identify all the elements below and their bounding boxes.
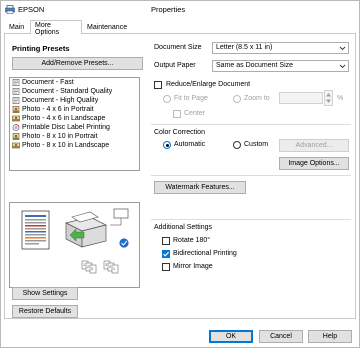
additional-settings-title: Additional Settings [154, 224, 212, 231]
list-item[interactable]: Photo - 4 x 6 in Landscape [10, 114, 139, 123]
document-preset-icon [12, 88, 20, 95]
bidirectional-printing-label: Bidirectional Printing [173, 250, 237, 257]
presets-list[interactable]: Document - Fast Document - Standard Qual… [9, 77, 140, 171]
photo-preset-icon [12, 142, 20, 149]
percent-label: % [337, 95, 344, 102]
svg-text:3: 3 [91, 267, 93, 271]
disc-label-icon [12, 124, 20, 131]
tab-more-options[interactable]: More Options [30, 20, 82, 36]
cancel-button[interactable]: Cancel [259, 330, 303, 343]
title-bar: EPSON Properties [1, 1, 359, 19]
chevron-down-icon [339, 46, 346, 51]
rotate-180-checkbox[interactable] [162, 237, 170, 245]
mirror-image-checkbox[interactable] [162, 263, 170, 271]
preset-label: Document - High Quality [22, 97, 99, 104]
zoom-stepper[interactable] [324, 90, 333, 106]
properties-dialog: EPSON Properties Main More Options Maint… [0, 0, 360, 348]
color-correction-title: Color Correction [154, 129, 205, 136]
checkmark-icon [163, 251, 170, 257]
preset-label: Photo - 4 x 6 in Portrait [22, 106, 94, 113]
photo-preset-icon [12, 106, 20, 113]
print-preview: 123 321 [9, 202, 140, 288]
mirror-image-label: Mirror Image [173, 263, 213, 270]
stepper-arrows-icon [326, 93, 331, 103]
add-remove-presets-button[interactable]: Add/Remove Presets... [12, 57, 143, 70]
photo-preset-icon [12, 115, 20, 122]
document-preset-icon [12, 97, 20, 104]
advanced-button[interactable]: Advanced... [279, 139, 349, 152]
preset-label: Photo - 8 x 10 in Landscape [22, 142, 110, 149]
list-item[interactable]: Printable Disc Label Printing [10, 123, 139, 132]
show-settings-button[interactable]: Show Settings [12, 287, 78, 300]
center-checkbox[interactable] [173, 110, 181, 118]
output-paper-label: Output Paper [154, 62, 196, 69]
printing-presets-title: Printing Presets [12, 44, 70, 53]
bidirectional-printing-checkbox[interactable] [162, 250, 170, 258]
preset-label: Photo - 4 x 6 in Landscape [22, 115, 106, 122]
list-item[interactable]: Photo - 4 x 6 in Portrait [10, 105, 139, 114]
restore-defaults-button[interactable]: Restore Defaults [12, 305, 78, 318]
preset-label: Document - Standard Quality [22, 88, 113, 95]
printer-app-icon [5, 5, 15, 14]
window-title: Properties [151, 5, 186, 14]
zoom-to-label: Zoom to [244, 95, 270, 102]
watermark-features-button[interactable]: Watermark Features... [154, 181, 246, 194]
divider [151, 175, 351, 176]
rotate-180-label: Rotate 180° [173, 237, 211, 244]
list-item[interactable]: Photo - 8 x 10 in Portrait [10, 132, 139, 141]
center-label: Center [184, 110, 206, 117]
chevron-down-icon [339, 64, 346, 69]
fit-to-page-radio[interactable] [163, 95, 171, 103]
document-size-value: Letter (8.5 x 11 in) [216, 44, 273, 51]
image-options-button[interactable]: Image Options... [279, 157, 349, 170]
preset-label: Document - Fast [22, 79, 74, 86]
document-size-select[interactable]: Letter (8.5 x 11 in) [212, 42, 349, 54]
ok-button[interactable]: OK [209, 330, 253, 343]
divider [151, 219, 351, 220]
document-size-label: Document Size [154, 44, 202, 51]
preset-label: Photo - 8 x 10 in Portrait [22, 133, 98, 140]
divider [151, 124, 351, 125]
photo-preset-icon [12, 133, 20, 140]
svg-text:2: 2 [109, 265, 111, 269]
zoom-to-field[interactable] [279, 92, 323, 104]
print-preview-illustration: 123 321 [21, 208, 130, 274]
reduce-enlarge-label: Reduce/Enlarge Document [166, 81, 251, 88]
document-preset-icon [12, 79, 20, 86]
app-name: EPSON [18, 5, 45, 14]
output-paper-value: Same as Document Size [216, 62, 294, 69]
list-item[interactable]: Document - Standard Quality [10, 87, 139, 96]
svg-text:1: 1 [83, 263, 85, 267]
list-item[interactable]: Document - Fast [10, 78, 139, 87]
custom-radio[interactable] [233, 141, 241, 149]
list-item[interactable]: Document - High Quality [10, 96, 139, 105]
fit-to-page-label: Fit to Page [174, 95, 208, 102]
custom-label: Custom [244, 141, 269, 148]
help-button[interactable]: Help [308, 330, 352, 343]
list-item[interactable]: Photo - 8 x 10 in Landscape [10, 141, 139, 150]
automatic-radio[interactable] [163, 141, 171, 149]
svg-text:1: 1 [113, 267, 115, 271]
output-paper-select[interactable]: Same as Document Size [212, 60, 349, 72]
svg-text:2: 2 [87, 265, 89, 269]
svg-text:3: 3 [105, 263, 107, 267]
zoom-to-radio[interactable] [233, 95, 241, 103]
preset-label: Printable Disc Label Printing [22, 124, 110, 131]
automatic-label: Automatic [174, 141, 206, 148]
reduce-enlarge-checkbox[interactable] [154, 81, 162, 89]
